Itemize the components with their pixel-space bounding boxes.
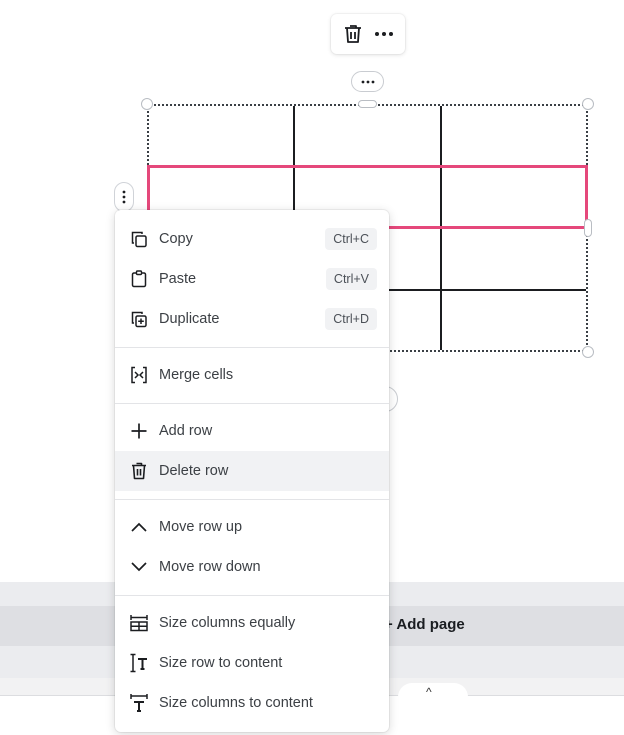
shortcut-badge: Ctrl+C [325, 228, 377, 250]
more-horizontal-icon [374, 32, 393, 36]
resize-handle-top[interactable] [358, 100, 377, 108]
copy-icon [129, 229, 149, 249]
menu-item-size-columns-to-content[interactable]: Size columns to content [115, 683, 389, 723]
shortcut-badge: Ctrl+V [325, 268, 377, 290]
plus-icon [129, 421, 149, 441]
menu-divider [115, 595, 389, 596]
table-more-button[interactable] [351, 71, 384, 92]
chevron-up-icon [129, 517, 149, 537]
resize-handle-right[interactable] [584, 219, 592, 237]
menu-divider [115, 403, 389, 404]
more-horizontal-icon [361, 80, 374, 83]
row-context-menu: Copy Ctrl+C Paste Ctrl+V Duplicate Ctrl+… [115, 210, 389, 732]
menu-item-copy[interactable]: Copy Ctrl+C [115, 219, 389, 259]
menu-item-merge-cells[interactable]: Merge cells [115, 355, 389, 395]
more-vertical-icon [122, 190, 126, 204]
row-options-handle[interactable] [114, 182, 134, 212]
menu-item-move-row-down[interactable]: Move row down [115, 547, 389, 587]
shortcut-badge: Ctrl+D [325, 308, 377, 330]
add-page-button[interactable]: + Add page [384, 616, 465, 633]
caret-up-icon[interactable]: ^ [426, 685, 432, 699]
menu-item-move-row-up[interactable]: Move row up [115, 507, 389, 547]
menu-item-delete-row[interactable]: Delete row [115, 451, 389, 491]
size-row-to-content-icon [129, 653, 149, 673]
menu-divider [115, 347, 389, 348]
delete-element-button[interactable] [339, 20, 367, 48]
menu-item-duplicate[interactable]: Duplicate Ctrl+D [115, 299, 389, 339]
resize-handle-top-left[interactable] [141, 98, 153, 110]
resize-handle-top-right[interactable] [582, 98, 594, 110]
menu-item-add-row[interactable]: Add row [115, 411, 389, 451]
size-columns-equally-icon [129, 613, 149, 633]
size-columns-to-content-icon [129, 693, 149, 713]
duplicate-icon [129, 309, 149, 329]
menu-divider [115, 499, 389, 500]
menu-item-paste[interactable]: Paste Ctrl+V [115, 259, 389, 299]
more-options-button[interactable] [370, 20, 398, 48]
chevron-down-icon [129, 557, 149, 577]
menu-item-size-row-to-content[interactable]: Size row to content [115, 643, 389, 683]
merge-cells-icon [129, 365, 149, 385]
expand-pages-tab[interactable] [398, 683, 468, 697]
paste-icon [129, 269, 149, 289]
menu-item-size-columns-equally[interactable]: Size columns equally [115, 603, 389, 643]
resize-handle-bottom-right[interactable] [582, 346, 594, 358]
trash-icon [129, 461, 149, 481]
trash-icon [344, 25, 361, 43]
element-toolbar [331, 14, 405, 54]
